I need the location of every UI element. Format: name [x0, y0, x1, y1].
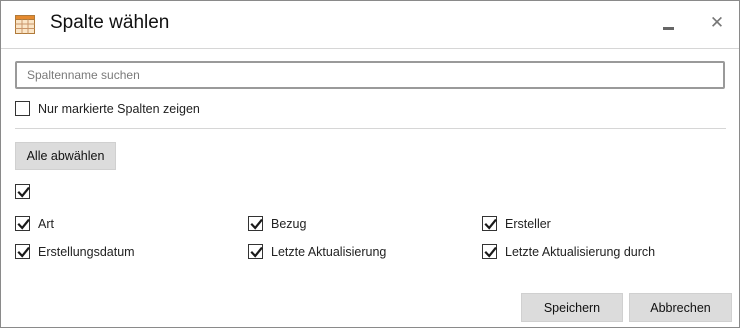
dialog-title: Spalte wählen — [50, 12, 170, 33]
column-label: Letzte Aktualisierung durch — [505, 244, 656, 259]
show-marked-only-label: Nur markierte Spalten zeigen — [38, 101, 200, 116]
checkmark-icon — [17, 218, 30, 230]
column-label: Bezug — [271, 216, 307, 231]
column-label: Ersteller — [505, 216, 551, 231]
checkbox-box[interactable] — [15, 101, 30, 116]
checkbox-box[interactable] — [482, 244, 497, 259]
column-checkbox-art[interactable]: Art — [15, 216, 54, 231]
checkbox-box[interactable] — [248, 216, 263, 231]
checkmark-icon — [250, 218, 263, 230]
checkbox-box[interactable] — [248, 244, 263, 259]
dialog-titlebar: Spalte wählen ✕ — [1, 1, 739, 49]
minimize-icon[interactable] — [661, 15, 679, 33]
column-label: Erstellungsdatum — [38, 244, 135, 259]
checkbox-box[interactable] — [482, 216, 497, 231]
column-search-input[interactable] — [15, 61, 725, 89]
checkmark-icon — [484, 246, 497, 258]
column-checkbox-erstellungsdatum[interactable]: Erstellungsdatum — [15, 244, 135, 259]
separator — [15, 128, 726, 129]
checkmark-icon — [17, 246, 30, 258]
column-label: Art — [38, 216, 54, 231]
close-icon[interactable]: ✕ — [708, 14, 726, 32]
column-chooser-dialog: Spalte wählen ✕ Nur markierte Spalten ze… — [0, 0, 740, 328]
column-checkbox-bezug[interactable]: Bezug — [248, 216, 306, 231]
table-icon — [15, 15, 35, 34]
checkmark-icon — [17, 186, 30, 198]
checkmark-icon — [250, 246, 263, 258]
deselect-all-button[interactable]: Alle abwählen — [15, 142, 116, 170]
select-all-checkbox[interactable] — [15, 184, 30, 199]
show-marked-only-checkbox[interactable]: Nur markierte Spalten zeigen — [15, 101, 200, 116]
save-button[interactable]: Speichern — [521, 293, 623, 322]
column-label: Letzte Aktualisierung — [271, 244, 387, 259]
checkbox-box[interactable] — [15, 216, 30, 231]
checkbox-box[interactable] — [15, 184, 30, 199]
column-checkbox-ersteller[interactable]: Ersteller — [482, 216, 551, 231]
checkmark-icon — [484, 218, 497, 230]
column-checkbox-letzte-aktualisierung[interactable]: Letzte Aktualisierung — [248, 244, 386, 259]
cancel-button[interactable]: Abbrechen — [629, 293, 732, 322]
checkbox-box[interactable] — [15, 244, 30, 259]
column-checkbox-letzte-aktualisierung-durch[interactable]: Letzte Aktualisierung durch — [482, 244, 655, 259]
